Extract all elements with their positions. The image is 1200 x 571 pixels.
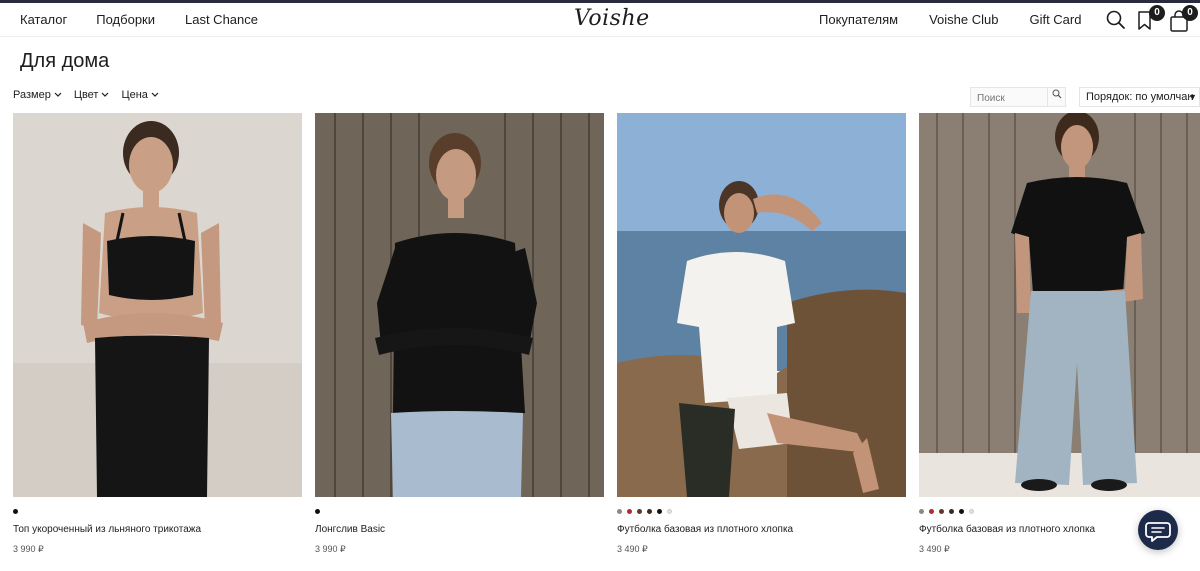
nav-collections[interactable]: Подборки — [96, 12, 155, 27]
color-swatch[interactable] — [667, 509, 672, 514]
color-swatch[interactable] — [657, 509, 662, 514]
filter-color[interactable]: Цвет — [74, 89, 110, 101]
color-swatch[interactable] — [315, 509, 320, 514]
product-name[interactable]: Топ укороченный из льняного трикотажа — [13, 524, 302, 535]
chat-icon — [1145, 522, 1171, 542]
filter-color-label: Цвет — [73, 89, 99, 101]
search-button[interactable] — [1105, 9, 1127, 31]
chevron-down-icon — [102, 92, 109, 97]
color-swatch[interactable] — [949, 509, 954, 514]
product-image[interactable] — [919, 113, 1200, 497]
color-swatch[interactable] — [647, 509, 652, 514]
nav-gift-card[interactable]: Gift Card — [1029, 12, 1081, 27]
secondary-nav: Покупателям Voishe Club Gift Card — [819, 12, 1081, 27]
chat-button[interactable] — [1138, 510, 1178, 550]
nav-customers[interactable]: Покупателям — [819, 12, 898, 27]
color-swatch[interactable] — [969, 509, 974, 514]
filter-bar: Размер Цвет Цена — [13, 89, 159, 101]
page-title: Для дома — [20, 50, 110, 72]
color-swatch[interactable] — [637, 509, 642, 514]
cart-count-badge: 0 — [1182, 5, 1198, 21]
color-swatch[interactable] — [919, 509, 924, 514]
product-card[interactable]: Лонгслив Basic 3 990 ₽ — [315, 113, 604, 555]
color-swatch[interactable] — [617, 509, 622, 514]
search-input[interactable] — [971, 89, 1047, 108]
search-icon — [1052, 89, 1061, 99]
filter-price[interactable]: Цена — [121, 89, 159, 101]
caret-down-icon: ▼ — [1188, 92, 1197, 102]
product-name[interactable]: Лонгслив Basic — [315, 524, 604, 535]
site-header: Каталог Подборки Last Chance Voishe Поку… — [0, 3, 1200, 37]
filter-price-label: Цена — [121, 89, 148, 101]
product-image[interactable] — [13, 113, 302, 497]
nav-catalog[interactable]: Каталог — [20, 12, 67, 27]
product-card[interactable]: Футболка базовая из плотного хлопка 3 49… — [617, 113, 906, 555]
product-card[interactable]: Футболка базовая из плотного хлопка 3 49… — [919, 113, 1200, 555]
product-price: 3 490 ₽ — [617, 544, 648, 554]
chevron-down-icon — [151, 92, 159, 97]
search-icon — [1106, 10, 1125, 29]
filter-size-label: Размер — [13, 89, 51, 101]
search-submit-button[interactable] — [1047, 88, 1065, 106]
main-nav: Каталог Подборки Last Chance — [20, 12, 258, 27]
product-image[interactable] — [315, 113, 604, 497]
product-card[interactable]: Топ укороченный из льняного трикотажа 3 … — [13, 113, 302, 555]
product-price: 3 990 ₽ — [315, 544, 346, 554]
color-swatch[interactable] — [929, 509, 934, 514]
nav-voishe-club[interactable]: Voishe Club — [929, 12, 998, 27]
brand-logo[interactable]: Voishe — [574, 6, 650, 31]
color-swatch[interactable] — [627, 509, 632, 514]
color-swatch[interactable] — [959, 509, 964, 514]
chevron-down-icon — [54, 92, 62, 97]
color-swatches — [13, 509, 302, 515]
product-name[interactable]: Футболка базовая из плотного хлопка — [617, 524, 906, 535]
product-price: 3 990 ₽ — [13, 544, 44, 554]
product-image[interactable] — [617, 113, 906, 497]
favorites-button[interactable]: 0 — [1135, 5, 1165, 31]
nav-last-chance[interactable]: Last Chance — [185, 12, 258, 27]
product-search — [970, 87, 1066, 108]
color-swatch[interactable] — [13, 509, 18, 514]
color-swatch[interactable] — [939, 509, 944, 514]
color-swatches — [315, 509, 604, 515]
sort-select[interactable]: Порядок: по умолчан ▼ — [1079, 87, 1200, 107]
sort-select-value: Порядок: по умолчан — [1086, 91, 1194, 103]
color-swatches — [617, 509, 906, 515]
filter-size[interactable]: Размер — [13, 89, 62, 101]
favorites-count-badge: 0 — [1149, 5, 1165, 21]
cart-button[interactable]: 0 — [1168, 5, 1198, 32]
